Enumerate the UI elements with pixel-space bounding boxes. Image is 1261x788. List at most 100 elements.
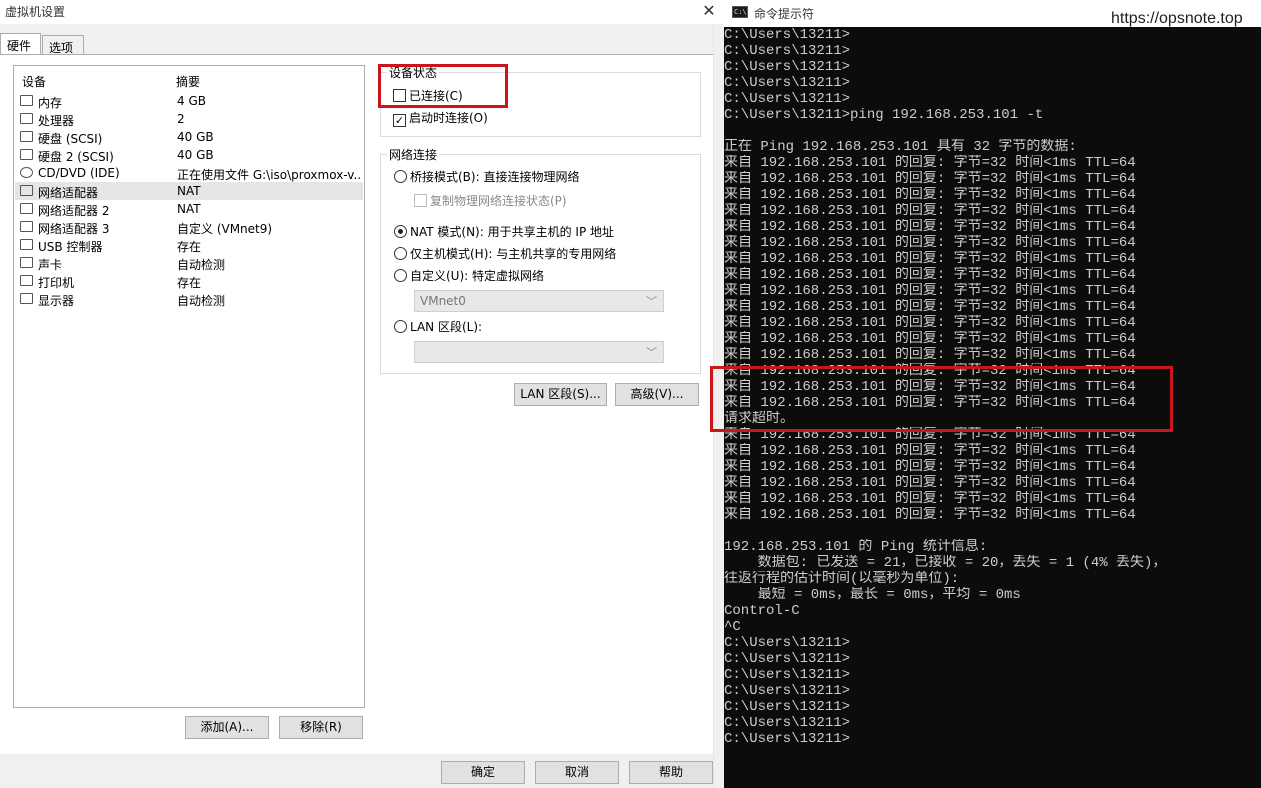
nat-radio[interactable]: NAT 模式(N): 用于共享主机的 IP 地址 — [394, 223, 614, 240]
close-icon[interactable]: ✕ — [698, 0, 720, 22]
connect-at-power-on-checkbox[interactable]: ✓ 启动时连接(O) — [393, 109, 488, 127]
device-row-harddisk-2[interactable]: 硬盘 2 (SCSI) 40 GB — [15, 146, 363, 164]
device-summary: 自动检测 — [177, 294, 226, 308]
cmd-line — [724, 123, 1261, 139]
custom-network-value: VMnet0 — [420, 294, 466, 308]
cmd-line: 来自 192.168.253.101 的回复: 字节=32 时间<1ms TTL… — [724, 475, 1136, 491]
device-row-harddisk[interactable]: 硬盘 (SCSI) 40 GB — [15, 128, 363, 146]
device-name: CD/DVD (IDE) — [38, 166, 120, 180]
cmd-line: 来自 192.168.253.101 的回复: 字节=32 时间<1ms TTL… — [724, 347, 1136, 363]
cmd-line: 192.168.253.101 的 Ping 统计信息: — [724, 539, 988, 555]
host-only-label: 仅主机模式(H): 与主机共享的专用网络 — [410, 247, 617, 261]
bridged-label: 桥接模式(B): 直接连接物理网络 — [410, 170, 580, 184]
bridged-radio[interactable]: 桥接模式(B): 直接连接物理网络 — [394, 168, 579, 185]
device-summary: 自动检测 — [177, 258, 226, 272]
tab-hardware[interactable]: 硬件 — [0, 33, 41, 56]
radio-icon — [394, 269, 407, 282]
memory-icon — [20, 95, 33, 106]
radio-selected-icon — [394, 225, 407, 238]
host-only-radio[interactable]: 仅主机模式(H): 与主机共享的专用网络 — [394, 245, 616, 262]
cmd-line: 最短 = 0ms，最长 = 0ms，平均 = 0ms — [724, 587, 1021, 603]
add-device-button[interactable]: 添加(A)... — [185, 716, 269, 739]
lan-segment-label: LAN 区段(L): — [410, 320, 483, 334]
device-name: 网络适配器 3 — [38, 222, 110, 236]
custom-radio[interactable]: 自定义(U): 特定虚拟网络 — [394, 267, 544, 284]
lan-segment-radio[interactable]: LAN 区段(L): — [394, 318, 482, 335]
advanced-button[interactable]: 高级(V)... — [615, 383, 699, 406]
vm-titlebar: 虚拟机设置 ✕ — [0, 0, 724, 24]
highlight-box-timeout — [710, 366, 1173, 432]
cmd-line: 来自 192.168.253.101 的回复: 字节=32 时间<1ms TTL… — [724, 235, 1136, 251]
remove-device-button[interactable]: 移除(R) — [279, 716, 363, 739]
custom-label: 自定义(U): 特定虚拟网络 — [410, 269, 545, 283]
cancel-button[interactable]: 取消 — [535, 761, 619, 784]
cmd-line: ^C — [724, 619, 741, 635]
printer-icon — [20, 275, 33, 286]
cmd-line: 来自 192.168.253.101 的回复: 字节=32 时间<1ms TTL… — [724, 507, 1136, 523]
replicate-state-checkbox[interactable]: 复制物理网络连接状态(P) — [414, 192, 567, 209]
cmd-line: 来自 192.168.253.101 的回复: 字节=32 时间<1ms TTL… — [724, 187, 1136, 203]
cmd-line: C:\Users\13211> — [724, 27, 851, 43]
device-row-cpu[interactable]: 处理器 2 — [15, 110, 363, 128]
device-row-sound[interactable]: 声卡 自动检测 — [15, 254, 363, 272]
cmd-line: 数据包: 已发送 = 21，已接收 = 20，丢失 = 1 (4% 丢失)， — [724, 555, 1167, 571]
cpu-icon — [20, 113, 33, 124]
device-name: 声卡 — [38, 258, 63, 272]
cmd-line: 来自 192.168.253.101 的回复: 字节=32 时间<1ms TTL… — [724, 315, 1136, 331]
device-summary: NAT — [177, 202, 201, 216]
cmd-line: C:\Users\13211> — [724, 91, 851, 107]
cmd-line: 来自 192.168.253.101 的回复: 字节=32 时间<1ms TTL… — [724, 283, 1136, 299]
cmd-line: 来自 192.168.253.101 的回复: 字节=32 时间<1ms TTL… — [724, 171, 1136, 187]
device-row-cd-dvd[interactable]: CD/DVD (IDE) 正在使用文件 G:\iso\proxmox-v... — [15, 164, 363, 182]
cmd-line: Control-C — [724, 603, 800, 619]
nat-label: NAT 模式(N): 用于共享主机的 IP 地址 — [410, 225, 615, 239]
device-row-network-adapter[interactable]: 网络适配器 NAT — [15, 182, 363, 200]
tab-options[interactable]: 选项 — [42, 35, 84, 55]
usb-icon — [20, 239, 33, 250]
cmd-line: C:\Users\13211> — [724, 699, 851, 715]
device-name: 硬盘 (SCSI) — [38, 132, 103, 146]
cmd-line: 来自 192.168.253.101 的回复: 字节=32 时间<1ms TTL… — [724, 459, 1136, 475]
cd-dvd-icon — [20, 167, 33, 178]
chevron-down-icon: ﹀ — [646, 346, 657, 359]
device-name: 硬盘 2 (SCSI) — [38, 150, 114, 164]
harddisk-icon — [20, 131, 33, 142]
device-row-printer[interactable]: 打印机 存在 — [15, 272, 363, 290]
column-header-device[interactable]: 设备 — [22, 73, 46, 90]
cmd-line: 来自 192.168.253.101 的回复: 字节=32 时间<1ms TTL… — [724, 219, 1136, 235]
device-summary: 4 GB — [177, 94, 206, 108]
device-summary: NAT — [177, 184, 201, 198]
device-row-usb[interactable]: USB 控制器 存在 — [15, 236, 363, 254]
radio-icon — [394, 320, 407, 333]
lan-segment-select[interactable]: ﹀ — [414, 341, 664, 363]
radio-icon — [394, 170, 407, 183]
replicate-state-label: 复制物理网络连接状态(P) — [430, 194, 567, 208]
cmd-line: C:\Users\13211> — [724, 43, 851, 59]
device-name: 显示器 — [38, 294, 75, 308]
device-row-display[interactable]: 显示器 自动检测 — [15, 290, 363, 308]
network-adapter-icon — [20, 203, 33, 214]
network-adapter-icon — [20, 185, 33, 196]
cmd-line: 来自 192.168.253.101 的回复: 字节=32 时间<1ms TTL… — [724, 251, 1136, 267]
radio-icon — [394, 247, 407, 260]
lan-segments-button[interactable]: LAN 区段(S)... — [514, 383, 607, 406]
highlight-box-device-status — [378, 64, 508, 108]
custom-network-select[interactable]: VMnet0 ﹀ — [414, 290, 664, 312]
column-header-summary[interactable]: 摘要 — [176, 73, 200, 90]
device-row-network-adapter-3[interactable]: 网络适配器 3 自定义 (VMnet9) — [15, 218, 363, 236]
cmd-line: 来自 192.168.253.101 的回复: 字节=32 时间<1ms TTL… — [724, 443, 1136, 459]
harddisk-icon — [20, 149, 33, 160]
device-row-network-adapter-2[interactable]: 网络适配器 2 NAT — [15, 200, 363, 218]
help-button[interactable]: 帮助 — [629, 761, 713, 784]
device-row-memory[interactable]: 内存 4 GB — [15, 92, 363, 110]
device-name: 打印机 — [38, 276, 75, 290]
cmd-line — [724, 523, 1261, 539]
chevron-down-icon: ﹀ — [646, 295, 657, 308]
checkmark-icon: ✓ — [393, 114, 406, 127]
vm-settings-window: 虚拟机设置 ✕ 硬件 选项 设备 摘要 内存 4 GB 处理器 2 硬盘 (SC… — [0, 0, 724, 788]
cmd-titlebar: C:\ 命令提示符 https://opsnote.top — [724, 0, 1261, 27]
checkbox-icon — [414, 194, 427, 207]
cmd-line: C:\Users\13211> — [724, 635, 851, 651]
watermark-url: https://opsnote.top — [1111, 10, 1243, 27]
ok-button[interactable]: 确定 — [441, 761, 525, 784]
